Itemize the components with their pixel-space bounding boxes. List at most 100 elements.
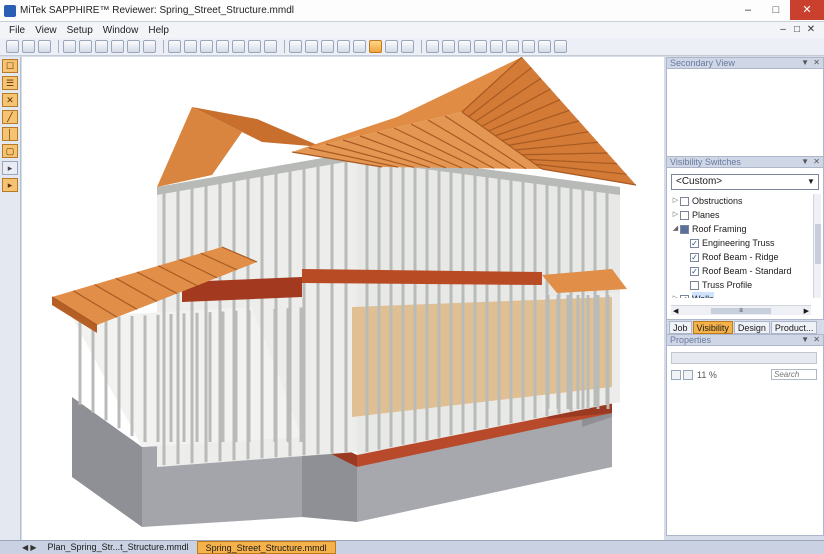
scroll-thumb[interactable]: [814, 224, 821, 264]
print-icon[interactable]: [38, 40, 51, 53]
visibility-checkbox[interactable]: [680, 224, 689, 234]
visibility-checkbox[interactable]: [680, 210, 689, 220]
menu-help[interactable]: Help: [143, 25, 174, 36]
expand-tool-icon[interactable]: ▸: [2, 161, 18, 175]
menu-setup[interactable]: Setup: [62, 25, 98, 36]
visibility-preset-select[interactable]: <Custom> ▼: [671, 174, 819, 190]
delete-tool-icon[interactable]: ✕: [2, 93, 18, 107]
stud-tool-icon[interactable]: │: [2, 127, 18, 141]
minimize-button[interactable]: –: [734, 0, 762, 20]
tree-item[interactable]: ▷ Planes: [671, 208, 809, 222]
expander-icon[interactable]: ▷: [671, 194, 680, 208]
box-tool-icon[interactable]: ▢: [2, 144, 18, 158]
maximize-button[interactable]: □: [762, 0, 790, 20]
close-icon[interactable]: ✕: [813, 335, 820, 345]
section-icon[interactable]: [401, 40, 414, 53]
zoom-fit-icon[interactable]: [111, 40, 124, 53]
pan-icon[interactable]: [127, 40, 140, 53]
visibility-checkbox[interactable]: [690, 280, 699, 290]
tree-item[interactable]: ✓ Roof Beam - Ridge: [671, 250, 809, 264]
secondary-view-canvas[interactable]: [666, 69, 824, 156]
note-icon[interactable]: [442, 40, 455, 53]
tab-nav-arrows[interactable]: ◀ ▶: [22, 543, 37, 552]
pin-icon[interactable]: ▼: [801, 58, 809, 68]
vertical-scrollbar[interactable]: [813, 194, 821, 298]
note3-icon[interactable]: [474, 40, 487, 53]
doc-tab-plan[interactable]: Plan_Spring_Str...t_Structure.mmdl: [40, 541, 197, 554]
3d-viewport[interactable]: [22, 57, 664, 540]
view-front-icon[interactable]: [184, 40, 197, 53]
layer-icon[interactable]: [353, 40, 366, 53]
view-right-icon[interactable]: [232, 40, 245, 53]
scroll-thumb[interactable]: ≡: [711, 307, 771, 314]
house-icon[interactable]: [522, 40, 535, 53]
solid-icon[interactable]: [289, 40, 302, 53]
doc-tab-structure[interactable]: Spring_Street_Structure.mmdl: [196, 541, 336, 554]
tree-item[interactable]: ▷ Obstructions: [671, 194, 809, 208]
hidden-icon[interactable]: [321, 40, 334, 53]
light-icon[interactable]: [554, 40, 567, 53]
pin-icon[interactable]: ▼: [801, 335, 809, 345]
view-left-icon[interactable]: [216, 40, 229, 53]
render-icon[interactable]: [369, 40, 382, 53]
line-tool-icon[interactable]: ╱: [2, 110, 18, 124]
scroll-right-icon[interactable]: ▶: [804, 307, 809, 315]
view-persp-icon[interactable]: [264, 40, 277, 53]
object-selector[interactable]: [671, 352, 817, 364]
doc-close-button[interactable]: ✕: [804, 22, 818, 38]
tree-item-label: Truss Profile: [702, 280, 753, 290]
list-tool-icon[interactable]: ☰: [2, 76, 18, 90]
close-icon[interactable]: ✕: [813, 58, 820, 68]
close-button[interactable]: ✕: [790, 0, 824, 20]
tab-product[interactable]: Product...: [770, 320, 818, 334]
zoom-out-icon[interactable]: [79, 40, 92, 53]
pin-icon[interactable]: ▼: [801, 157, 809, 167]
bulb-icon[interactable]: [506, 40, 519, 53]
tab-job[interactable]: Job: [669, 320, 692, 334]
sort-icon[interactable]: [683, 369, 693, 380]
expander-icon[interactable]: ◢: [671, 222, 680, 236]
menu-window[interactable]: Window: [98, 25, 144, 36]
new-icon[interactable]: [6, 40, 19, 53]
view-top-icon[interactable]: [168, 40, 181, 53]
shade-icon[interactable]: [337, 40, 350, 53]
horizontal-scrollbar[interactable]: ◀ ≡ ▶: [671, 305, 811, 315]
categorized-icon[interactable]: [671, 369, 681, 380]
save-icon[interactable]: [22, 40, 35, 53]
expander-icon[interactable]: ▷: [671, 208, 680, 222]
tree-item[interactable]: ▷✓Walls: [671, 292, 809, 298]
visibility-checkbox[interactable]: ✓: [690, 238, 699, 248]
note2-icon[interactable]: [458, 40, 471, 53]
tag-icon[interactable]: [490, 40, 503, 53]
tree-item[interactable]: ◢ Roof Framing: [671, 222, 809, 236]
expander-icon[interactable]: ▷: [671, 292, 680, 298]
wire-icon[interactable]: [305, 40, 318, 53]
tree-item[interactable]: ✓ Engineering Truss: [671, 236, 809, 250]
view-iso-icon[interactable]: [248, 40, 261, 53]
visibility-checkbox[interactable]: ✓: [690, 266, 699, 276]
rotate-icon[interactable]: [143, 40, 156, 53]
tab-design[interactable]: Design: [733, 320, 770, 334]
tab-visibility[interactable]: Visibility: [692, 320, 733, 334]
zoom-window-icon[interactable]: [95, 40, 108, 53]
chevron-down-icon[interactable]: ▼: [804, 175, 818, 189]
zoom-in-icon[interactable]: [63, 40, 76, 53]
doc-minimize-button[interactable]: –: [776, 22, 790, 38]
visibility-checkbox[interactable]: [680, 196, 689, 206]
menu-file[interactable]: File: [4, 25, 30, 36]
search-input[interactable]: Search: [771, 369, 817, 380]
tree-item[interactable]: Truss Profile: [671, 278, 809, 292]
view-back-icon[interactable]: [200, 40, 213, 53]
close-icon[interactable]: ✕: [813, 157, 820, 167]
house-tool-icon[interactable]: ▸: [2, 178, 18, 192]
visibility-checkbox[interactable]: ✓: [680, 294, 689, 298]
visibility-checkbox[interactable]: ✓: [690, 252, 699, 262]
doc-restore-button[interactable]: □: [790, 22, 804, 38]
grid-icon[interactable]: [385, 40, 398, 53]
select-tool-icon[interactable]: ☐: [2, 59, 18, 73]
scroll-left-icon[interactable]: ◀: [673, 307, 678, 315]
menu-view[interactable]: View: [30, 25, 62, 36]
tree-item[interactable]: ✓ Roof Beam - Standard: [671, 264, 809, 278]
measure-icon[interactable]: [426, 40, 439, 53]
camera-icon[interactable]: [538, 40, 551, 53]
